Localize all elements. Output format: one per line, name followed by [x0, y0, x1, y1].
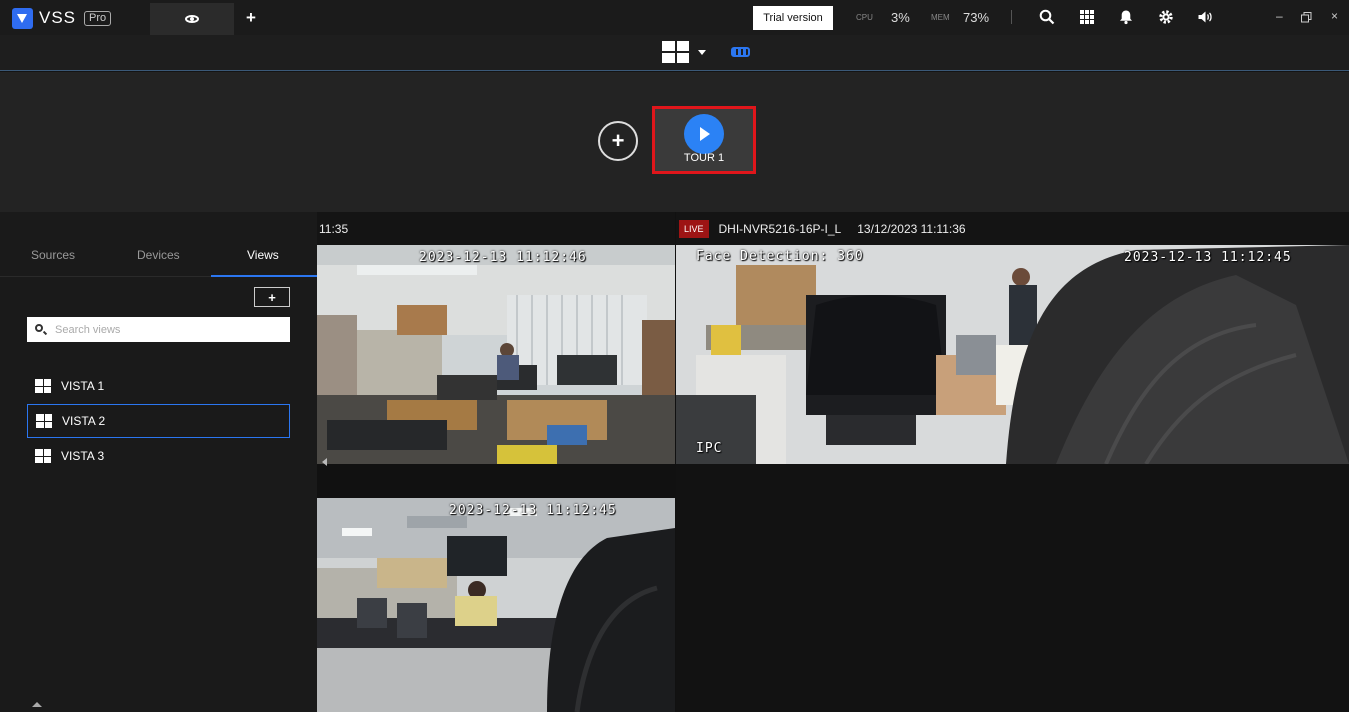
- search-box: [27, 317, 290, 342]
- camera-osd-timestamp: 2023-12-13 11:12:46: [419, 250, 587, 265]
- view-item-label: VISTA 2: [62, 414, 106, 428]
- layout-toolbar: [0, 35, 1349, 71]
- tab-views[interactable]: Views: [247, 248, 279, 262]
- live-badge: LIVE: [679, 219, 709, 238]
- camera-2-image: [676, 245, 1349, 464]
- cpu-label: CPU: [856, 13, 873, 22]
- add-tab-button[interactable]: +: [246, 8, 256, 28]
- layout-grid-icon: [35, 449, 51, 463]
- view-item-vista-1[interactable]: VISTA 1: [27, 369, 290, 403]
- camera-3-image: [317, 498, 675, 712]
- active-tab-indicator: [211, 275, 317, 277]
- tour-mode-icon[interactable]: [731, 47, 750, 57]
- eye-icon: [185, 15, 199, 23]
- volume-icon[interactable]: [1197, 9, 1213, 25]
- layout-grid-icon: [35, 379, 51, 393]
- apps-grid-icon[interactable]: [1079, 9, 1095, 25]
- cell-header-right: LIVE DHI-NVR5216-16P-I_L 13/12/2023 11:1…: [676, 212, 1349, 245]
- app-logo: VSS Pro: [12, 7, 112, 29]
- header-divider: [1011, 10, 1012, 24]
- app-name: VSS: [39, 8, 77, 27]
- add-tour-button[interactable]: +: [598, 121, 638, 161]
- collapse-left-icon[interactable]: [322, 458, 327, 466]
- view-item-label: VISTA 1: [61, 379, 105, 393]
- video-grid: 11:35 LIVE DHI-NVR5216-16P-I_L 13/12/202…: [317, 212, 1349, 712]
- vivotek-logo-icon: [12, 7, 33, 29]
- cell-header-time: 11:35: [319, 221, 349, 236]
- tab-devices[interactable]: Devices: [137, 248, 180, 262]
- mem-label: MEM: [931, 13, 950, 22]
- layout-2x2-icon[interactable]: [662, 41, 689, 63]
- camera-feed-1[interactable]: 2023-12-13 11:12:46: [317, 245, 675, 464]
- play-icon[interactable]: [684, 114, 724, 154]
- cpu-value: 3%: [891, 10, 910, 25]
- search-icon: [35, 324, 43, 332]
- trial-version-button[interactable]: Trial version: [753, 6, 833, 30]
- collapse-panel-icon[interactable]: [32, 702, 42, 707]
- cell-header-left: 11:35: [317, 212, 675, 245]
- camera-osd-timestamp: 2023-12-13 11:12:45: [1124, 250, 1292, 265]
- layout-grid-icon: [36, 414, 52, 428]
- camera-feed-3[interactable]: 2023-12-13 11:12:45: [317, 498, 675, 712]
- view-item-vista-3[interactable]: VISTA 3: [27, 439, 290, 473]
- camera-osd-title: Face Detection: 360: [696, 249, 864, 264]
- title-bar: VSS Pro + Trial version CPU 3% MEM 73% –: [0, 0, 1349, 35]
- gear-icon[interactable]: [1158, 9, 1174, 25]
- restore-icon[interactable]: [1301, 12, 1312, 23]
- device-name: DHI-NVR5216-16P-I_L: [718, 221, 842, 236]
- tab-liveview[interactable]: [150, 3, 234, 35]
- close-icon[interactable]: ×: [1331, 9, 1338, 23]
- tour-label: TOUR 1: [683, 152, 725, 164]
- layout-dropdown-caret-icon[interactable]: [698, 50, 706, 55]
- camera-osd-timestamp: 2023-12-13 11:12:45: [449, 503, 617, 518]
- empty-camera-cell[interactable]: [676, 464, 1349, 712]
- app-edition-badge: Pro: [84, 10, 112, 26]
- minimize-icon[interactable]: –: [1276, 9, 1283, 23]
- tour-panel: + TOUR 1: [0, 72, 1349, 212]
- search-input[interactable]: [55, 317, 285, 342]
- bell-icon[interactable]: [1118, 9, 1134, 25]
- add-view-button[interactable]: +: [254, 287, 290, 307]
- search-icon[interactable]: [1039, 9, 1055, 25]
- sidebar: Sources Devices Views + VISTA 1 VISTA 2 …: [0, 212, 317, 712]
- mem-value: 73%: [963, 10, 990, 25]
- camera-feed-2[interactable]: Face Detection: 360 2023-12-13 11:12:45 …: [676, 245, 1349, 464]
- camera-1-image: [317, 245, 675, 464]
- tour-card[interactable]: TOUR 1: [652, 106, 756, 174]
- camera-osd-source: IPC: [696, 441, 723, 456]
- cell-timestamp: 13/12/2023 11:11:36: [857, 221, 966, 236]
- view-item-label: VISTA 3: [61, 449, 105, 463]
- view-item-vista-2[interactable]: VISTA 2: [27, 404, 290, 438]
- tab-sources[interactable]: Sources: [31, 248, 75, 262]
